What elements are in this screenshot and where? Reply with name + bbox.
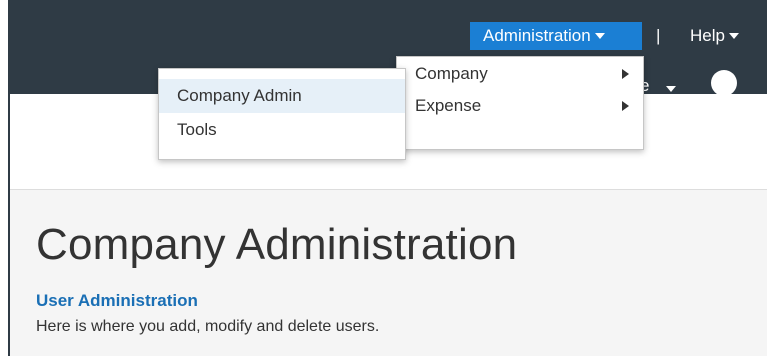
profile-caret-down-icon[interactable]: [666, 86, 676, 92]
menu-item-label: Tools: [177, 120, 217, 139]
user-administration-link[interactable]: User Administration: [36, 291, 198, 311]
menu-item-company[interactable]: Company: [397, 59, 643, 89]
help-label: Help: [690, 26, 725, 45]
caret-down-icon: [728, 32, 739, 39]
nav-separator: |: [656, 26, 661, 45]
menu-item-expense[interactable]: Expense: [397, 91, 643, 121]
chevron-right-icon: [622, 101, 629, 111]
company-submenu: Company Admin Tools: [158, 68, 406, 160]
administration-dropdown-menu: Company Expense: [396, 56, 644, 150]
chevron-right-icon: [622, 69, 629, 79]
caret-down-icon: [594, 32, 605, 39]
menu-item-label: Expense: [415, 96, 482, 115]
user-administration-description: Here is where you add, modify and delete…: [36, 318, 380, 335]
menu-item-label: Company Admin: [177, 86, 302, 105]
administration-label: Administration: [483, 26, 591, 45]
help-menu-button[interactable]: Help: [690, 22, 739, 50]
menu-item-label: Company: [415, 64, 488, 83]
menu-item-company-admin[interactable]: Company Admin: [159, 79, 405, 113]
menu-item-tools[interactable]: Tools: [159, 115, 405, 145]
administration-menu-button[interactable]: Administration: [470, 22, 642, 50]
page-title: Company Administration: [36, 220, 518, 269]
